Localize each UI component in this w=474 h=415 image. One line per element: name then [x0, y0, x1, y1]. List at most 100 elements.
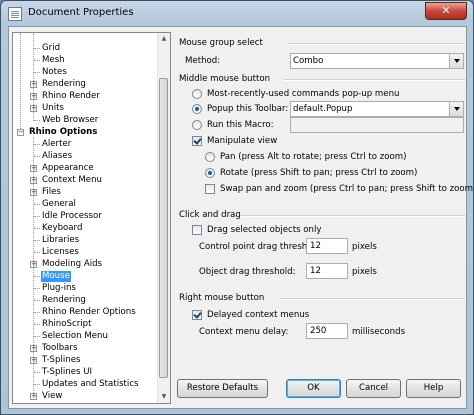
delayed-context-checkbox[interactable]	[192, 310, 202, 320]
cp-threshold-value: 12	[310, 241, 321, 251]
tree-connector	[34, 144, 40, 145]
mouse-settings-panel: Mouse group select Method: Combo Middle …	[175, 27, 474, 377]
radio-mru-menu[interactable]	[192, 89, 202, 99]
radio-run-macro[interactable]	[192, 120, 202, 130]
dialog-client: Grid Mesh Notes + Rendering + Rhino Render + Uni…	[8, 26, 474, 409]
close-icon: ✕	[441, 4, 451, 17]
tree-connector	[34, 384, 40, 385]
chevron-down-icon[interactable]	[449, 54, 463, 68]
drag-selected-label: Drag selected objects only	[207, 225, 322, 235]
radio-macro-label: Run this Macro:	[207, 120, 274, 130]
chevron-down-icon[interactable]	[449, 102, 463, 116]
section-title-mouse-group: Mouse group select	[179, 38, 263, 48]
radio-mru-label: Most-recently-used commands pop-up menu	[207, 89, 400, 99]
tree-item-label: View	[42, 391, 63, 401]
tree-item-label: T-Splines UI	[42, 367, 93, 377]
tree-connector	[34, 312, 40, 313]
ok-button[interactable]: OK	[286, 379, 341, 398]
tree-connector	[34, 252, 40, 253]
obj-threshold-value: 12	[310, 266, 321, 276]
dialog-window: Document Properties ✕ Grid Mesh Notes + Rend…	[0, 0, 474, 415]
context-delay-input[interactable]: 250	[306, 323, 348, 339]
obj-threshold-label: Object drag threshold:	[199, 267, 296, 277]
options-tree: Grid Mesh Notes + Rendering + Rhino Render + Uni…	[12, 32, 171, 404]
tree-item-label: Aliases	[42, 151, 73, 161]
obj-threshold-unit: pixels	[352, 267, 377, 277]
scrollbar-thumb[interactable]	[159, 78, 168, 378]
collapse-icon[interactable]: −	[17, 129, 24, 136]
tree-item-label: Licenses	[42, 247, 79, 257]
tree-item-label: Appearance	[42, 163, 94, 173]
tree-item-label: Rhino Render	[42, 91, 100, 101]
tree-connector	[34, 60, 40, 61]
tree-connector	[34, 156, 40, 157]
close-button[interactable]: ✕	[425, 2, 467, 20]
macro-input[interactable]	[290, 117, 464, 133]
tree-item-label: Plug-ins	[42, 283, 76, 293]
method-select[interactable]: Combo	[290, 53, 464, 69]
tree-item-label: Alerter	[42, 139, 72, 149]
tree-item-label: Idle Processor	[42, 211, 102, 221]
tree-item-label: T-Splines	[42, 355, 81, 365]
radio-rotate[interactable]	[205, 168, 215, 178]
section-title-middle-button: Middle mouse button	[179, 74, 271, 84]
tree-connector	[34, 120, 40, 121]
tree-item-label: Mesh	[42, 55, 65, 65]
window-title: Document Properties	[28, 7, 134, 18]
tree-connector	[34, 216, 40, 217]
tree-item-label: Notes	[42, 67, 67, 77]
tree-item-label: Keyboard	[42, 223, 83, 233]
tree-item-label: RhinoScript	[42, 319, 92, 329]
tree-item-label: Rendering	[42, 295, 86, 305]
tree-item-label: Updates and Statistics	[42, 379, 139, 389]
tree-connector	[34, 372, 40, 373]
tree-connector	[34, 300, 40, 301]
section-title-right-button: Right mouse button	[179, 293, 265, 303]
manipulate-view-label: Manipulate view	[207, 136, 278, 146]
tree-guide-line	[33, 137, 34, 397]
tree-item-label: Selection Menu	[42, 331, 108, 341]
tree-connector	[34, 204, 40, 205]
tree-item-label: Libraries	[42, 235, 80, 245]
chevron-up-icon[interactable]: ▲	[158, 33, 170, 45]
chevron-down-icon[interactable]: ▼	[158, 391, 170, 403]
radio-pan[interactable]	[205, 152, 215, 162]
tree-connector	[34, 336, 40, 337]
help-button[interactable]: Help	[406, 379, 461, 398]
tree-item-label: Modeling Aids	[42, 259, 103, 269]
tree-item-label: Units	[42, 103, 64, 113]
swap-pan-zoom-checkbox[interactable]	[205, 184, 215, 194]
restore-defaults-button[interactable]: Restore Defaults	[177, 379, 268, 398]
cp-threshold-label: Control point drag threshold:	[199, 242, 324, 252]
method-label: Method:	[185, 56, 221, 66]
tree-connector	[34, 228, 40, 229]
tree-scrollbar[interactable]: ▲ ▼	[157, 33, 170, 403]
radio-popup-toolbar[interactable]	[192, 104, 202, 114]
radio-rotate-label: Rotate (press Shift to pan; press Ctrl t…	[220, 168, 418, 178]
section-title-click-drag: Click and drag	[179, 210, 241, 220]
tree-items: Grid Mesh Notes + Rendering + Rhino Render + Uni…	[13, 33, 159, 403]
tree-item-label: Toolbars	[42, 343, 78, 353]
tree-connector	[34, 48, 40, 49]
obj-threshold-input[interactable]: 12	[306, 263, 348, 279]
popup-toolbar-select[interactable]: default.Popup	[290, 101, 464, 117]
tree-connector	[34, 72, 40, 73]
drag-selected-checkbox[interactable]	[192, 225, 202, 235]
cancel-button[interactable]: Cancel	[346, 379, 401, 398]
tree-item-label: Web Browser	[42, 115, 99, 125]
manipulate-view-checkbox[interactable]	[192, 136, 202, 146]
delayed-context-label: Delayed context menus	[207, 310, 310, 320]
tree-item-label: Rhino Options	[29, 127, 98, 137]
cp-threshold-input[interactable]: 12	[306, 238, 348, 254]
tree-guide-line	[33, 33, 34, 121]
context-delay-unit: milliseconds	[352, 327, 406, 337]
context-delay-value: 250	[310, 326, 327, 336]
tree-guide-line	[20, 33, 21, 129]
radio-popup-label: Popup this Toolbar:	[207, 104, 289, 114]
tree-connector	[34, 240, 40, 241]
tree-item-label: Grid	[42, 43, 61, 53]
tree-item-label: Mouse	[41, 271, 71, 282]
title-bar[interactable]: Document Properties ✕	[1, 1, 473, 26]
tree-item-label: Files	[42, 187, 61, 197]
divider	[241, 215, 465, 217]
